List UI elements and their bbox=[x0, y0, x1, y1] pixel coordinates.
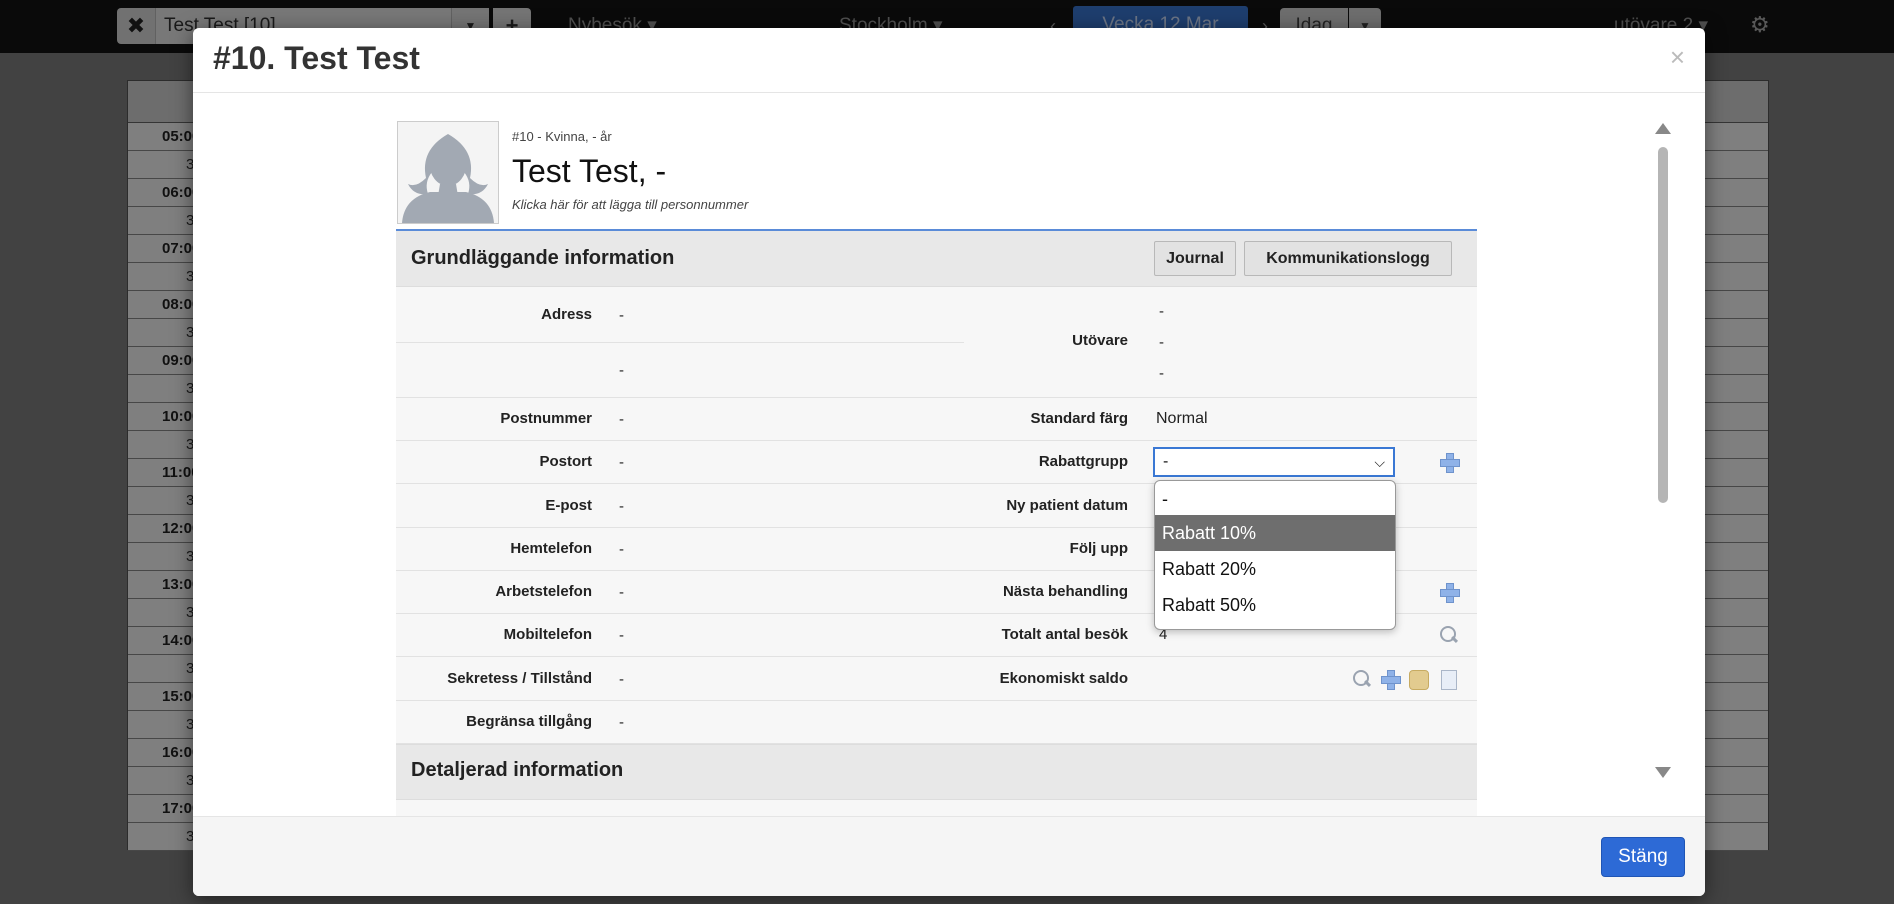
rabattgrupp-label: Rabattgrupp bbox=[1038, 453, 1128, 470]
rabattgrupp-selected-value: - bbox=[1163, 453, 1169, 470]
adress-line-1: - bbox=[619, 307, 624, 324]
add-behandling-icon[interactable] bbox=[1439, 582, 1460, 603]
search-besok-icon[interactable] bbox=[1439, 625, 1459, 645]
adress-label: Adress bbox=[541, 306, 592, 323]
scrollbar-track[interactable] bbox=[1658, 147, 1668, 757]
detailed-section-header: Detaljerad information bbox=[396, 744, 1477, 800]
begransa-value: - bbox=[619, 714, 624, 731]
begransa-row: Begränsa tillgång - bbox=[396, 701, 1477, 744]
scroll-down-icon[interactable] bbox=[1655, 767, 1671, 778]
ny-patient-datum-label: Ny patient datum bbox=[1006, 497, 1128, 514]
postort-value: - bbox=[619, 454, 624, 471]
modal-title: #10. Test Test bbox=[213, 40, 420, 76]
rabattgrupp-dropdown: - Rabatt 10% Rabatt 20% Rabatt 50% bbox=[1154, 480, 1396, 630]
postnummer-value: - bbox=[619, 411, 624, 428]
stang-button[interactable]: Stäng bbox=[1601, 837, 1685, 877]
rabattgrupp-option-none[interactable]: - bbox=[1155, 481, 1395, 515]
utovare-value-1: - bbox=[1159, 303, 1164, 320]
modal-body: #10 - Kvinna, - år Test Test, - Klicka h… bbox=[193, 93, 1705, 816]
epost-value: - bbox=[619, 498, 624, 515]
begransa-label: Begränsa tillgång bbox=[466, 713, 592, 730]
close-icon[interactable]: × bbox=[1670, 42, 1685, 73]
kommunikationslogg-button[interactable]: Kommunikationslogg bbox=[1244, 241, 1452, 276]
coins-icon[interactable] bbox=[1409, 670, 1429, 690]
avatar bbox=[397, 121, 499, 224]
chevron-down-icon: ⌵ bbox=[1374, 454, 1385, 470]
journal-button[interactable]: Journal bbox=[1154, 241, 1236, 276]
totalt-besok-label: Totalt antal besök bbox=[1001, 626, 1128, 643]
add-rabattgrupp-icon[interactable] bbox=[1439, 452, 1460, 473]
patient-modal: #10. Test Test × #10 - Kvinna, - år Test… bbox=[193, 28, 1705, 896]
patient-meta: #10 - Kvinna, - år bbox=[512, 129, 612, 144]
ekonomiskt-saldo-label: Ekonomiskt saldo bbox=[999, 670, 1128, 687]
utovare-value-3: - bbox=[1159, 365, 1164, 382]
utovare-label: Utövare bbox=[1072, 332, 1128, 349]
modal-header: #10. Test Test × bbox=[193, 28, 1705, 93]
postnummer-label: Postnummer bbox=[500, 410, 592, 427]
postort-label: Postort bbox=[539, 453, 593, 470]
folj-upp-label: Följ upp bbox=[1069, 540, 1128, 557]
add-personnummer-link[interactable]: Klicka här för att lägga till personnumm… bbox=[512, 197, 748, 212]
avatar-silhouette-icon bbox=[398, 122, 498, 223]
detailed-section-title: Detaljerad information bbox=[411, 759, 624, 781]
adress-line-2: - bbox=[619, 362, 624, 379]
rabattgrupp-option-50[interactable]: Rabatt 50% bbox=[1155, 587, 1395, 623]
modal-footer: Stäng bbox=[193, 816, 1705, 896]
standard-farg-label: Standard färg bbox=[1030, 410, 1128, 427]
rabattgrupp-option-10[interactable]: Rabatt 10% bbox=[1155, 515, 1395, 551]
arbetstelefon-value: - bbox=[619, 584, 624, 601]
hemtelefon-label: Hemtelefon bbox=[510, 540, 592, 557]
scroll-up-icon[interactable] bbox=[1655, 123, 1671, 134]
nasta-behandling-label: Nästa behandling bbox=[1002, 583, 1128, 600]
utovare-value-2: - bbox=[1159, 334, 1164, 351]
sekretess-value: - bbox=[619, 671, 624, 688]
address-row: Adress - - Utövare - - - bbox=[396, 287, 1477, 398]
mobiltelefon-value: - bbox=[619, 627, 624, 644]
arbetstelefon-label: Arbetstelefon bbox=[495, 583, 592, 600]
document-icon[interactable] bbox=[1441, 670, 1457, 690]
section-title: Grundläggande information bbox=[411, 247, 675, 269]
sekretess-label: Sekretess / Tillstånd bbox=[447, 670, 592, 687]
sekretess-row: Sekretess / Tillstånd - Ekonomiskt saldo bbox=[396, 657, 1477, 701]
patient-name: Test Test, - bbox=[512, 153, 667, 189]
scrollbar-thumb[interactable] bbox=[1658, 147, 1668, 503]
epost-label: E-post bbox=[545, 497, 592, 514]
postnummer-row: Postnummer - Standard färg Normal bbox=[396, 398, 1477, 441]
mobiltelefon-label: Mobiltelefon bbox=[503, 626, 592, 643]
rabattgrupp-select[interactable]: - ⌵ bbox=[1153, 447, 1395, 477]
add-saldo-icon[interactable] bbox=[1380, 669, 1401, 690]
search-saldo-icon[interactable] bbox=[1352, 669, 1372, 689]
rabattgrupp-option-20[interactable]: Rabatt 20% bbox=[1155, 551, 1395, 587]
hemtelefon-value: - bbox=[619, 541, 624, 558]
section-header: Grundläggande information Journal Kommun… bbox=[396, 231, 1477, 287]
standard-farg-value[interactable]: Normal bbox=[1156, 410, 1208, 428]
